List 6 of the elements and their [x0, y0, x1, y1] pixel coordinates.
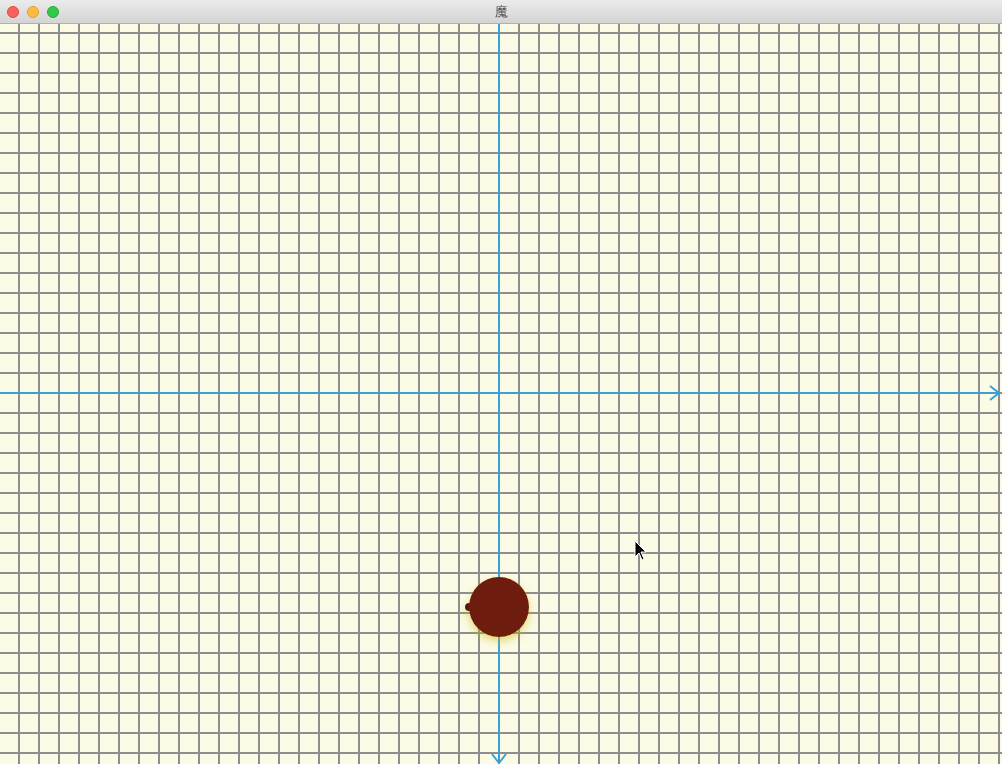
close-button[interactable]: [7, 5, 19, 18]
turtle-ball: [465, 577, 529, 637]
minimize-button[interactable]: [27, 5, 39, 18]
window-title: 魔: [494, 3, 508, 19]
mouse-pointer-icon: [634, 540, 647, 561]
zoom-button[interactable]: [47, 5, 59, 18]
